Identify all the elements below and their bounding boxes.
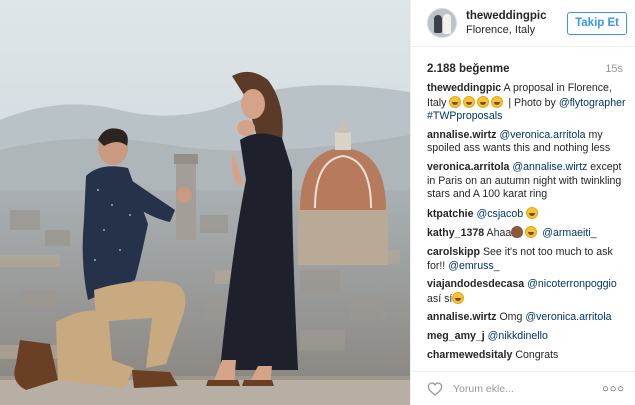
comments-list: theweddingpic A proposal in Florence, It… (411, 82, 635, 363)
comment-username[interactable]: ktpatchie (427, 208, 474, 220)
comment-text: Ahaa (486, 227, 512, 240)
heart-eyes-emoji-icon (491, 95, 504, 108)
comment-username[interactable]: carolskipp (427, 246, 480, 258)
heart-eyes-emoji-icon (449, 95, 462, 108)
heart-outline-icon[interactable] (427, 381, 443, 397)
comment-mention[interactable]: @nikkdinello (488, 330, 548, 342)
comment-item: meg_amy_j @nikkdinello (427, 330, 627, 344)
comment-input[interactable] (453, 382, 603, 395)
peach-emoji-icon (511, 226, 524, 239)
post-timestamp[interactable]: 15s (605, 63, 623, 75)
comment-item: ktpatchie @csjacob (427, 206, 627, 222)
avatar-figure-icon (443, 14, 451, 34)
likes-count[interactable]: 2.188 beğenme (427, 63, 509, 75)
comment-mention[interactable]: @annalise.wirtz (512, 161, 587, 173)
caption-credit-mention[interactable]: @flytographer (559, 97, 626, 109)
comment-username[interactable]: veronica.arritola (427, 161, 509, 173)
caption: theweddingpic A proposal in Florence, It… (427, 82, 627, 124)
comment-mention[interactable]: @nicoterronpoggio (527, 278, 617, 290)
comment-text: Congrats (515, 348, 559, 361)
heart-eyes-emoji-icon (477, 95, 490, 108)
comment-item: viajandodesdecasa @nicoterronpoggio así … (427, 278, 627, 306)
follow-button[interactable]: Takip Et (567, 11, 627, 35)
avatar[interactable] (427, 8, 457, 38)
comment-item: charmewedsitaly Congrats (427, 349, 627, 363)
heart-eyes-emoji-icon (463, 95, 476, 108)
tired-face-emoji-icon (525, 226, 538, 239)
caption-username[interactable]: theweddingpic (427, 82, 501, 94)
more-options-icon[interactable]: ○○○ (602, 383, 625, 395)
comment-text: así sí (427, 292, 453, 305)
post-header: theweddingpic Florence, Italy Takip Et (411, 0, 635, 47)
comment-item: carolskipp See it's not too much to ask … (427, 246, 627, 273)
comment-username[interactable]: meg_amy_j (427, 330, 485, 342)
comment-username[interactable]: annalise.wirtz (427, 129, 496, 141)
comment-mention[interactable]: @csjacob (476, 208, 523, 220)
caption-hashtag[interactable]: #TWPproposals (427, 110, 502, 122)
post-location[interactable]: Florence, Italy (466, 23, 567, 37)
comment-item: annalise.wirtz Omg @veronica.arritola (427, 311, 627, 325)
comment-username[interactable]: charmewedsitaly (427, 349, 512, 361)
grin-emoji-icon (452, 291, 465, 304)
comment-text: Omg (499, 311, 523, 324)
author-username[interactable]: theweddingpic (466, 9, 567, 23)
comment-bar: ○○○ (411, 371, 635, 405)
proposal-photo-illustration (0, 0, 410, 405)
avatar-figure-icon (434, 15, 442, 33)
comment-mention[interactable]: @veronica.arritola (499, 129, 585, 141)
author-info: theweddingpic Florence, Italy (466, 9, 567, 37)
comment-item: kathy_1378 Ahaa @armaeiti_ (427, 226, 627, 241)
comment-item: annalise.wirtz @veronica.arritola my spo… (427, 129, 627, 156)
caption-credit-prefix: | Photo by (508, 96, 556, 109)
comment-mention[interactable]: @veronica.arritola (525, 311, 611, 323)
comment-username[interactable]: viajandodesdecasa (427, 278, 524, 290)
comment-username[interactable]: kathy_1378 (427, 227, 484, 239)
post-side-panel: theweddingpic Florence, Italy Takip Et 2… (410, 0, 635, 405)
comment-mention[interactable]: @armaeiti_ (542, 227, 596, 239)
comment-item: veronica.arritola @annalise.wirtz except… (427, 161, 627, 202)
post-photo[interactable] (0, 0, 410, 405)
heart-eyes-emoji-icon (526, 206, 539, 219)
comment-username[interactable]: annalise.wirtz (427, 311, 496, 323)
comment-mention[interactable]: @emruss_ (448, 260, 499, 272)
